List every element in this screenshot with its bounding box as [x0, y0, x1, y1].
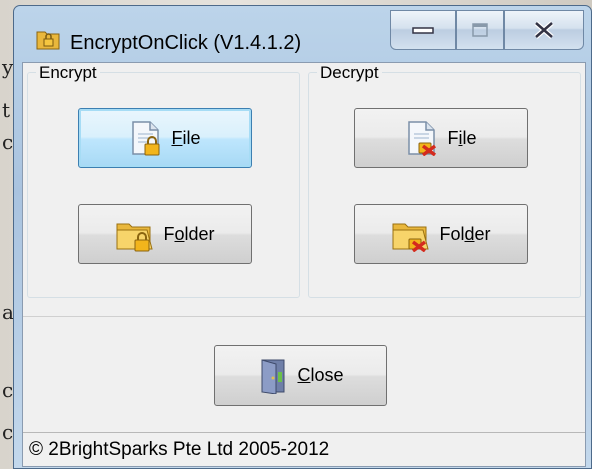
mnemonic-char: o: [174, 223, 185, 244]
decrypt-file-label: File: [447, 128, 476, 149]
label-text: er: [474, 223, 491, 244]
decrypt-folder-label: Folder: [439, 224, 490, 245]
maximize-button[interactable]: [456, 10, 504, 50]
mnemonic-char: C: [297, 365, 311, 385]
background-char: c: [2, 378, 14, 402]
label-text: F: [447, 127, 459, 148]
app-window: EncryptOnClick (V1.4.1.2) Encrypt File F…: [13, 5, 592, 469]
folder-lock-icon: [116, 223, 154, 252]
encrypt-group-label: Encrypt: [36, 63, 100, 83]
encrypt-folder-label: Folder: [163, 224, 214, 245]
folder-decrypt-icon: [392, 223, 430, 252]
minimize-icon: [412, 27, 434, 34]
close-icon: [534, 21, 554, 39]
encrypt-group: Encrypt File Folder: [27, 63, 300, 298]
background-char: c: [2, 420, 14, 444]
label-text: le: [462, 127, 477, 148]
title-bar[interactable]: EncryptOnClick (V1.4.1.2): [14, 6, 591, 60]
minimize-button[interactable]: [390, 10, 456, 50]
close-label: Close: [297, 365, 343, 386]
decrypt-group-label: Decrypt: [317, 63, 382, 83]
separator: [23, 316, 585, 317]
lock-folder-icon: [36, 31, 60, 50]
exit-door-icon: [261, 358, 285, 394]
file-lock-icon: [132, 121, 160, 156]
decrypt-group: Decrypt File Folder: [308, 63, 581, 298]
label-text: Fol: [439, 223, 465, 244]
label-text: ile: [182, 127, 201, 148]
encrypt-folder-button[interactable]: Folder: [78, 204, 252, 264]
label-text: lose: [310, 365, 344, 385]
decrypt-folder-button[interactable]: Folder: [354, 204, 528, 264]
copyright-text: © 2BrightSparks Pte Ltd 2005-2012: [29, 439, 330, 460]
encrypt-file-label: File: [171, 128, 200, 149]
decrypt-file-button[interactable]: File: [354, 108, 528, 168]
file-decrypt-icon: [408, 121, 437, 156]
background-char: y: [2, 55, 14, 79]
status-bar: © 2BrightSparks Pte Ltd 2005-2012: [23, 432, 585, 466]
mnemonic-char: d: [464, 223, 475, 244]
close-button[interactable]: Close: [214, 345, 387, 406]
label-text: lder: [184, 223, 215, 244]
maximize-icon: [472, 23, 488, 37]
client-area: Encrypt File Folder Decrypt File Folder …: [22, 62, 586, 467]
encrypt-file-button[interactable]: File: [78, 108, 252, 168]
window-title: EncryptOnClick (V1.4.1.2): [70, 32, 302, 54]
label-text: F: [163, 223, 175, 244]
background-char: t: [2, 98, 11, 122]
mnemonic-char: F: [171, 127, 183, 148]
close-window-button[interactable]: [504, 10, 584, 50]
background-char: c: [2, 130, 14, 154]
